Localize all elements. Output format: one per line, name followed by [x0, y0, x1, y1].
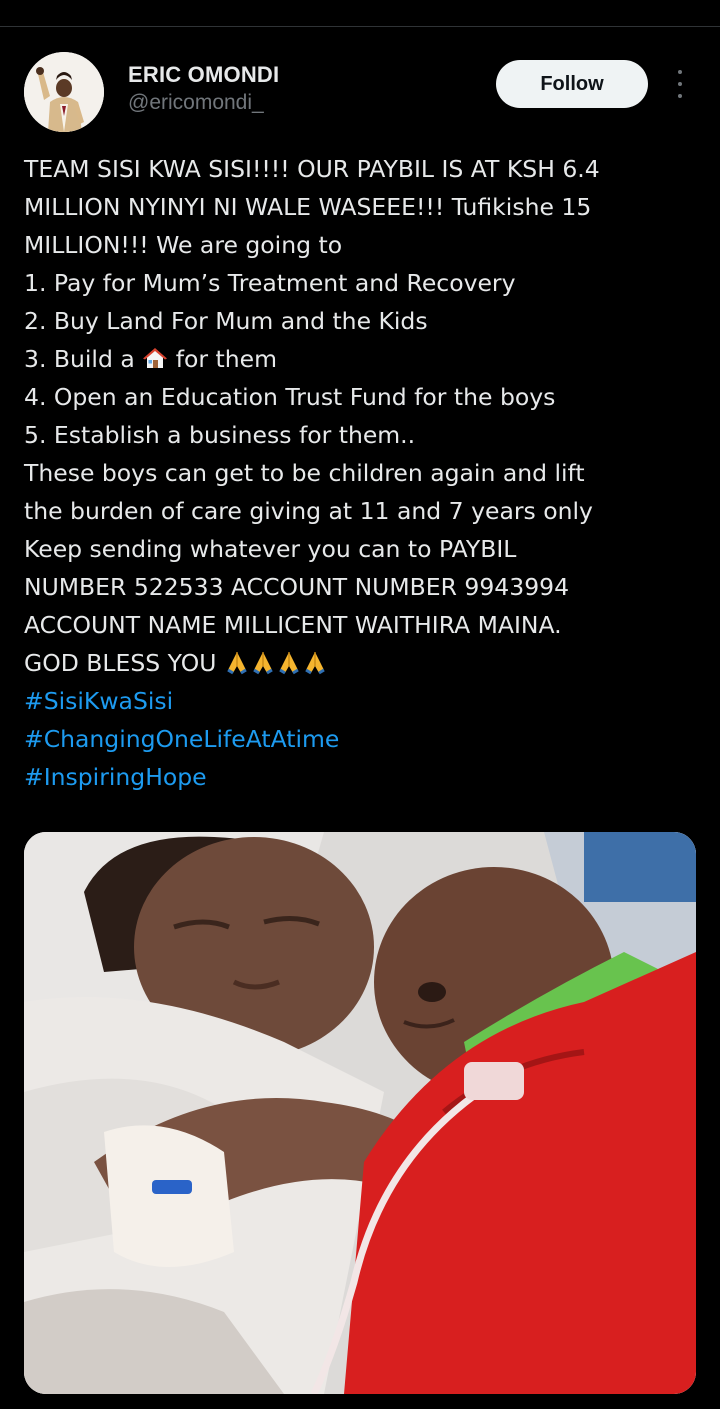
- build-prefix: 3. Build a: [24, 345, 135, 373]
- post-text: TEAM SISI KWA SISI!!!! OUR PAYBIL IS AT …: [24, 150, 704, 796]
- post-line: 5. Establish a business for them..: [24, 421, 416, 449]
- folded-hands-emoji-icon: [253, 652, 273, 675]
- build-suffix: for them: [175, 345, 277, 373]
- hashtag-link[interactable]: #SisiKwaSisi: [24, 682, 704, 720]
- closing-text: GOD BLESS YOU: [24, 649, 217, 677]
- post-line: the burden of care giving at 11 and 7 ye…: [24, 497, 593, 525]
- folded-hands-emoji-icon: [279, 652, 299, 675]
- top-divider: [0, 26, 720, 27]
- post-line-build: 3. Build a for them: [24, 340, 704, 378]
- follow-button[interactable]: Follow: [496, 60, 648, 108]
- house-emoji-icon: [143, 348, 168, 368]
- author-display-name[interactable]: ERIC OMONDI: [128, 62, 279, 88]
- author-handle[interactable]: @ericomondi_: [128, 91, 264, 115]
- post-line: Keep sending whatever you can to PAYBIL: [24, 535, 517, 563]
- post-media-image[interactable]: [24, 832, 696, 1394]
- post-line: TEAM SISI KWA SISI!!!! OUR PAYBIL IS AT …: [24, 155, 600, 183]
- post-line: These boys can get to be children again …: [24, 459, 585, 487]
- post-line-closing: GOD BLESS YOU: [24, 644, 704, 682]
- author-avatar[interactable]: [24, 52, 104, 132]
- hashtag-link[interactable]: #InspiringHope: [24, 758, 704, 796]
- avatar-photo: [24, 52, 104, 132]
- post-line: 1. Pay for Mum’s Treatment and Recovery: [24, 269, 516, 297]
- post-line: MILLION!!! We are going to: [24, 231, 343, 259]
- post-line: 2. Buy Land For Mum and the Kids: [24, 307, 428, 335]
- post-line: 4. Open an Education Trust Fund for the …: [24, 383, 556, 411]
- hashtag-link[interactable]: #ChangingOneLifeAtAtime: [24, 720, 704, 758]
- more-vertical-icon[interactable]: [670, 70, 690, 98]
- hospital-photo: [24, 832, 696, 1394]
- post-line: ACCOUNT NAME MILLICENT WAITHIRA MAINA.: [24, 611, 562, 639]
- folded-hands-emoji-icon: [227, 652, 247, 675]
- folded-hands-emoji-icon: [305, 652, 325, 675]
- post-line: NUMBER 522533 ACCOUNT NUMBER 9943994: [24, 573, 570, 601]
- post-line: MILLION NYINYI NI WALE WASEEE!!! Tufikis…: [24, 193, 592, 221]
